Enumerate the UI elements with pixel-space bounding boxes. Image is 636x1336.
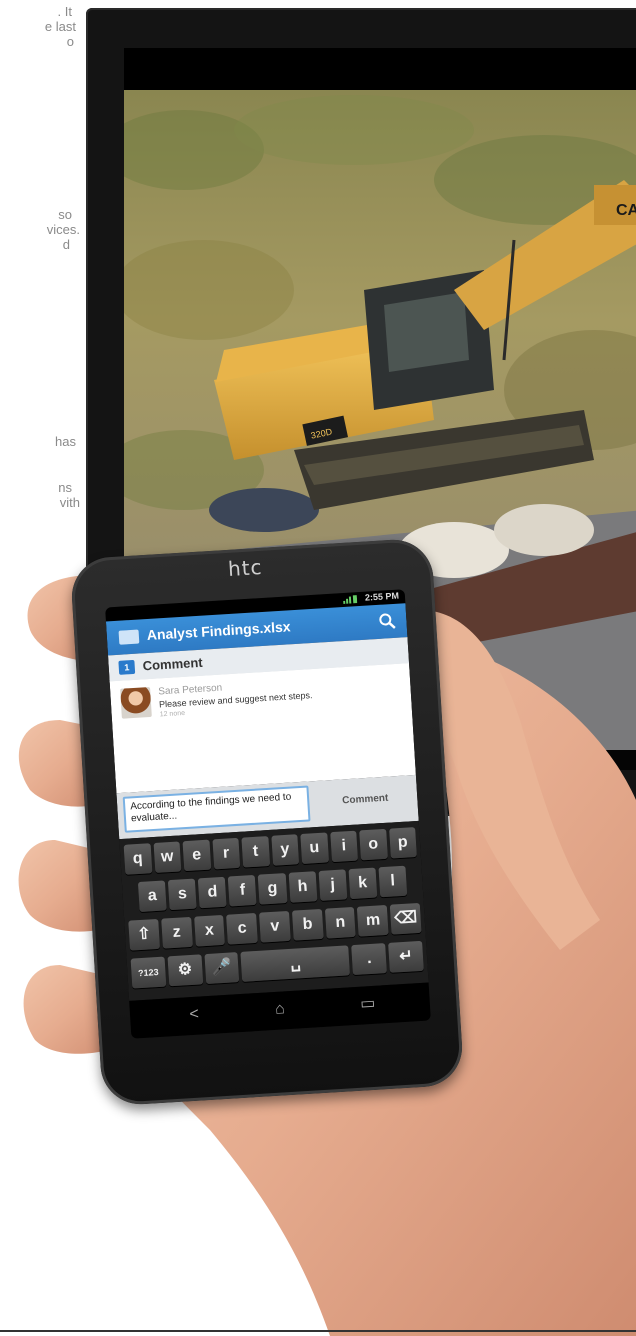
key-w[interactable]: w xyxy=(153,841,182,874)
key-u[interactable]: u xyxy=(300,832,329,865)
key-d[interactable]: d xyxy=(198,876,227,909)
phone-screen: 2:55 PM Analyst Findings.xlsx 1 Comment … xyxy=(105,589,431,1039)
key-h[interactable]: h xyxy=(288,871,318,903)
home-icon[interactable]: ⌂ xyxy=(267,999,292,1020)
back-icon[interactable]: < xyxy=(182,1004,207,1025)
key-t[interactable]: t xyxy=(241,836,270,868)
key-f[interactable]: f xyxy=(228,874,257,907)
comment-button[interactable]: Comment xyxy=(321,783,411,816)
period-key[interactable]: . xyxy=(351,943,388,976)
search-icon[interactable] xyxy=(378,612,397,631)
key-v[interactable]: v xyxy=(259,910,291,943)
key-l[interactable]: l xyxy=(378,865,408,898)
key-b[interactable]: b xyxy=(291,908,324,941)
signal-icon xyxy=(343,595,358,605)
phone-brand-logo: htc xyxy=(227,554,264,582)
key-x[interactable]: x xyxy=(193,914,226,947)
key-n[interactable]: n xyxy=(324,906,357,939)
key-k[interactable]: k xyxy=(348,867,378,900)
key-m[interactable]: m xyxy=(357,904,389,937)
avatar xyxy=(120,686,152,719)
key-g[interactable]: g xyxy=(258,873,288,905)
key-q[interactable]: q xyxy=(123,843,152,875)
page-bottom-rule xyxy=(0,1330,636,1332)
key-r[interactable]: r xyxy=(211,837,241,870)
key-s[interactable]: s xyxy=(167,878,197,911)
enter-icon[interactable]: ↵ xyxy=(388,940,424,973)
settings-icon[interactable]: ⚙ xyxy=(167,954,203,987)
file-title[interactable]: Analyst Findings.xlsx xyxy=(146,618,291,643)
comment-input[interactable]: According to the findings we need to eva… xyxy=(122,785,311,833)
shift-icon[interactable]: ⇧ xyxy=(128,918,160,951)
keyboard: qwertyuiop asdfghjkl ⇧ z x c v b n m ⌫ ?123 ⚙ 🎤 ␣. ↵ xyxy=(119,820,429,1001)
key-z[interactable]: z xyxy=(160,916,193,949)
space-key[interactable]: ␣ xyxy=(240,945,351,982)
key-e[interactable]: e xyxy=(182,839,211,872)
comment-list: Sara Peterson Please review and suggest … xyxy=(109,663,416,794)
comment-count-badge: 1 xyxy=(118,659,136,675)
mic-icon[interactable]: 🎤 xyxy=(204,952,240,985)
comment-section-label: Comment xyxy=(142,654,204,674)
key-a[interactable]: a xyxy=(137,880,167,913)
key-y[interactable]: y xyxy=(270,834,300,866)
recent-apps-icon[interactable]: ▭ xyxy=(355,994,380,1015)
status-time: 2:55 PM xyxy=(364,590,400,603)
key-o[interactable]: o xyxy=(359,828,388,861)
key-p[interactable]: p xyxy=(388,827,417,859)
key-c[interactable]: c xyxy=(226,912,258,945)
comment-timestamp: 12 none xyxy=(159,709,186,719)
backspace-icon[interactable]: ⌫ xyxy=(390,902,422,935)
symbols-key[interactable]: ?123 xyxy=(130,956,167,989)
folder-icon[interactable] xyxy=(118,629,140,645)
key-i[interactable]: i xyxy=(329,830,359,863)
key-j[interactable]: j xyxy=(318,869,348,901)
